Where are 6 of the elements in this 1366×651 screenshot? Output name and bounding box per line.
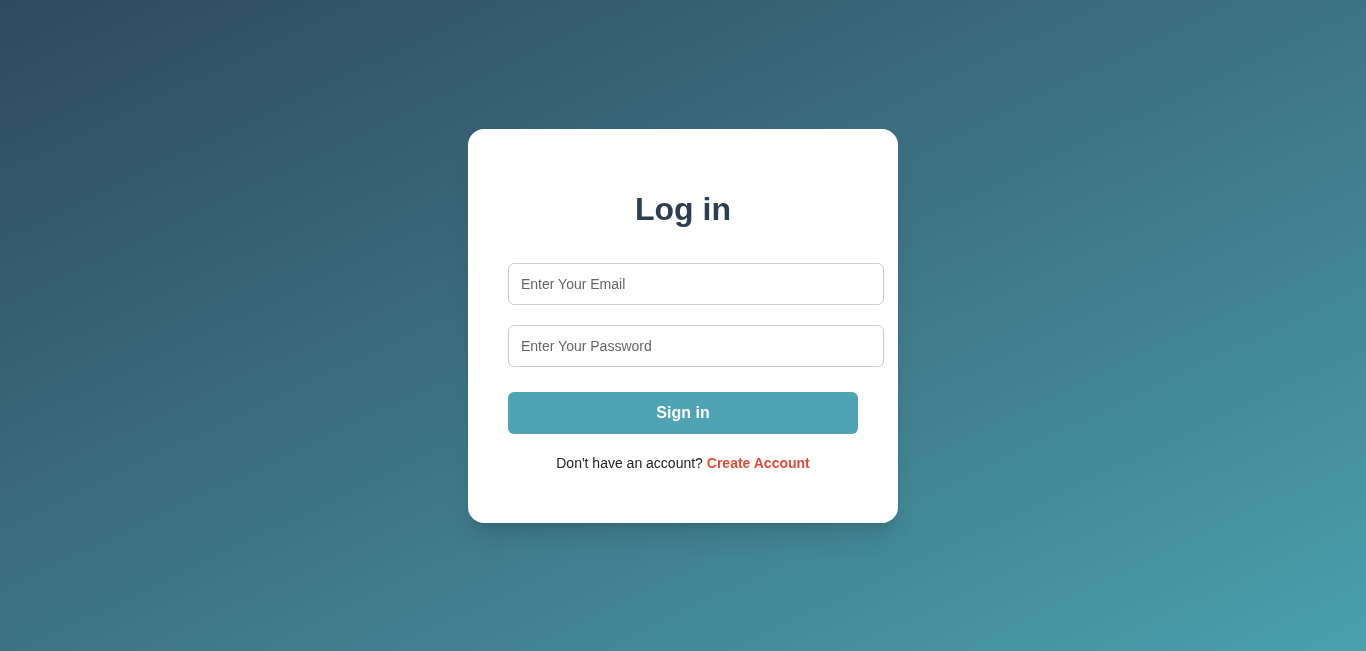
input-field[interactable]: Enter Your Password — [508, 324, 884, 367]
input-field[interactable]: Enter Your Email — [508, 262, 884, 305]
sign-in-button[interactable]: Sign in — [508, 391, 858, 434]
login-title: Log in — [634, 189, 732, 229]
account-prompt: Don't have an account? — [556, 454, 703, 471]
create-account-link[interactable]: Create Account — [706, 454, 810, 471]
